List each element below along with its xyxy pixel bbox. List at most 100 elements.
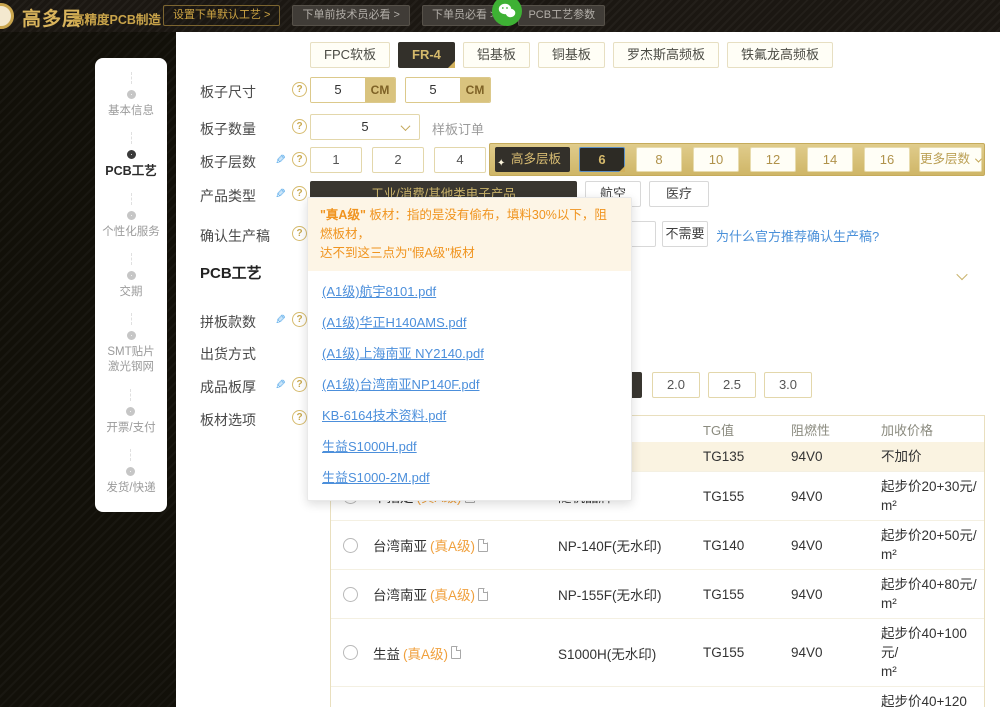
help-icon[interactable]: ? [292, 410, 307, 425]
material-table-row[interactable]: 生益 (真A级) S1000H(无水印) TG155 94V0 起步价40+10… [331, 618, 984, 686]
price-line2: m² [881, 545, 982, 564]
tg-cell: TG155 [703, 489, 791, 504]
stepper-item[interactable]: 发货/快递 [106, 449, 155, 496]
stepper-item[interactable]: 交期 [120, 253, 143, 300]
header-button[interactable]: PCB工艺参数 [518, 5, 605, 26]
shipping-method-label: 出货方式 [200, 344, 256, 364]
help-icon[interactable]: ? [292, 312, 307, 327]
model-cell: NP-155F(无水印) [558, 584, 703, 604]
datasheet-link[interactable]: 生益S1000-2M.pdf [322, 467, 617, 486]
grade-tag: (真A级) [403, 643, 448, 663]
board-height-input-group: 5 CM [405, 77, 491, 103]
board-width-input[interactable]: 5 [311, 78, 365, 102]
help-icon[interactable]: ? [292, 152, 307, 167]
layer-option[interactable]: 8 [636, 147, 682, 172]
board-height-input[interactable]: 5 [406, 78, 460, 102]
price-line2: m² [881, 496, 982, 515]
grade-tag: (真A级) [430, 584, 475, 604]
flame-cell: 94V0 [791, 645, 881, 660]
help-icon[interactable]: ? [292, 186, 307, 201]
help-icon[interactable]: ? [292, 82, 307, 97]
header-button[interactable]: 设置下单默认工艺 > [163, 5, 280, 26]
product-type-medical[interactable]: 医疗 [649, 181, 709, 207]
layer-option[interactable]: 12 [750, 147, 796, 172]
stepper-item[interactable]: 基本信息 [108, 72, 154, 119]
price-line1: 起步价20+50元/ [881, 526, 982, 545]
material-table-row[interactable]: 台湾南亚 (真A级) NP-140F(无水印) TG140 94V0 起步价20… [331, 520, 984, 569]
chevron-down-icon [401, 121, 411, 131]
datasheet-link[interactable]: (A1级)上海南亚 NY2140.pdf [322, 343, 617, 362]
layer-option-1[interactable]: 1 [310, 147, 362, 173]
layer-option-2[interactable]: 2 [372, 147, 424, 173]
help-icon[interactable]: ? [292, 119, 307, 134]
layer-option-4[interactable]: 4 [434, 147, 486, 173]
datasheet-icon[interactable] [478, 588, 488, 601]
datasheet-icon[interactable] [478, 539, 488, 552]
material-tab[interactable]: FPC软板 [310, 42, 390, 68]
material-tab[interactable]: 铜基板 [538, 42, 605, 68]
edit-icon[interactable]: ✎ [275, 186, 286, 202]
datasheet-icon[interactable] [451, 646, 461, 659]
stepper-item[interactable]: 开票/支付 [106, 389, 155, 436]
thickness-label: 成品板厚 [200, 377, 256, 397]
layer-option[interactable]: 6 [579, 147, 625, 172]
step-label: 发货/快递 [106, 481, 155, 496]
more-layers-dropdown[interactable]: 更多层数 [919, 147, 982, 172]
stepper-item[interactable]: PCB工艺 [105, 132, 156, 179]
price-line1: 起步价40+120元/ [881, 692, 982, 707]
datasheet-link[interactable]: 生益S1000H.pdf [322, 436, 617, 455]
flame-cell: 94V0 [791, 489, 881, 504]
top-header-bar: 高多层 高精度PCB制造 设置下单默认工艺 > 下单前技术员必看 > 下单员必看… [0, 0, 1000, 32]
material-table-row[interactable]: 台湾南亚 (真A级) NP-155F(无水印) TG155 94V0 起步价40… [331, 569, 984, 618]
datasheet-link[interactable]: (A1级)航宇8101.pdf [322, 281, 617, 300]
brand-name: 生益 [373, 643, 400, 663]
price-cell: 起步价20+50元/ m² [881, 521, 986, 569]
panel-count-label: 拼板款数 [200, 312, 256, 332]
edit-icon[interactable]: ✎ [275, 377, 286, 393]
layer-option[interactable]: 14 [807, 147, 853, 172]
material-radio[interactable] [343, 645, 358, 660]
step-label: PCB工艺 [105, 164, 156, 179]
datasheet-link[interactable]: (A1级)华正H140AMS.pdf [322, 312, 617, 331]
help-icon[interactable]: ? [292, 377, 307, 392]
thickness-option-25[interactable]: 2.5 [708, 372, 756, 398]
board-height-unit: CM [460, 78, 490, 102]
layer-option[interactable]: 10 [693, 147, 739, 172]
board-qty-select[interactable]: 5 [310, 114, 420, 140]
brand-cell: 台湾南亚 (真A级) [373, 584, 558, 604]
material-tab[interactable]: 铝基板 [463, 42, 530, 68]
chevron-down-icon [974, 156, 981, 163]
brand-tagline: 高精度PCB制造 [72, 9, 161, 28]
thickness-option-20[interactable]: 2.0 [652, 372, 700, 398]
tg-cell: TG155 [703, 587, 791, 602]
help-icon[interactable]: ? [292, 226, 307, 241]
material-radio[interactable] [343, 538, 358, 553]
price-line1: 不加价 [881, 447, 982, 466]
flame-cell: 94V0 [791, 538, 881, 553]
header-button[interactable]: 下单前技术员必看 > [292, 5, 409, 26]
stepper-item[interactable]: 个性化服务 [102, 193, 160, 240]
board-layers-row: 板子层数 ✎ ? 1 2 4 ✦ 高多层板 6 8 10 12 14 [200, 147, 990, 173]
tg-cell: TG135 [703, 449, 791, 464]
step-label-line2: 激光钢网 [108, 360, 154, 375]
collapse-section-control[interactable] [958, 267, 966, 285]
pcb-order-page: 高多层 高精度PCB制造 设置下单默认工艺 > 下单前技术员必看 > 下单员必看… [0, 0, 1000, 707]
step-label: SMT贴片 [107, 345, 154, 360]
material-tab[interactable]: 铁氟龙高频板 [727, 42, 833, 68]
product-type-label: 产品类型 [200, 186, 256, 206]
material-radio[interactable] [343, 587, 358, 602]
thickness-option-30[interactable]: 3.0 [764, 372, 812, 398]
edit-icon[interactable]: ✎ [275, 312, 286, 328]
why-confirm-draft-link[interactable]: 为什么官方推荐确认生产稿? [716, 226, 879, 245]
datasheet-link[interactable]: (A1级)台湾南亚NP140F.pdf [322, 374, 617, 393]
datasheet-link[interactable]: KB-6164技术资料.pdf [322, 405, 617, 424]
edit-icon[interactable]: ✎ [275, 152, 286, 168]
stepper-item[interactable]: SMT贴片 激光钢网 [107, 313, 154, 375]
confirm-draft-no-button[interactable]: 不需要 [662, 221, 708, 247]
material-tab[interactable]: FR-4 [398, 42, 455, 68]
step-label: 个性化服务 [102, 225, 160, 240]
layer-option[interactable]: 16 [864, 147, 910, 172]
material-table-row[interactable]: 生益 (真A级) S1000-2M(无水印) TG170 94V0 起步价40+… [331, 686, 984, 707]
brand-cell: 台湾南亚 (真A级) [373, 535, 558, 555]
material-tab[interactable]: 罗杰斯高频板 [613, 42, 719, 68]
